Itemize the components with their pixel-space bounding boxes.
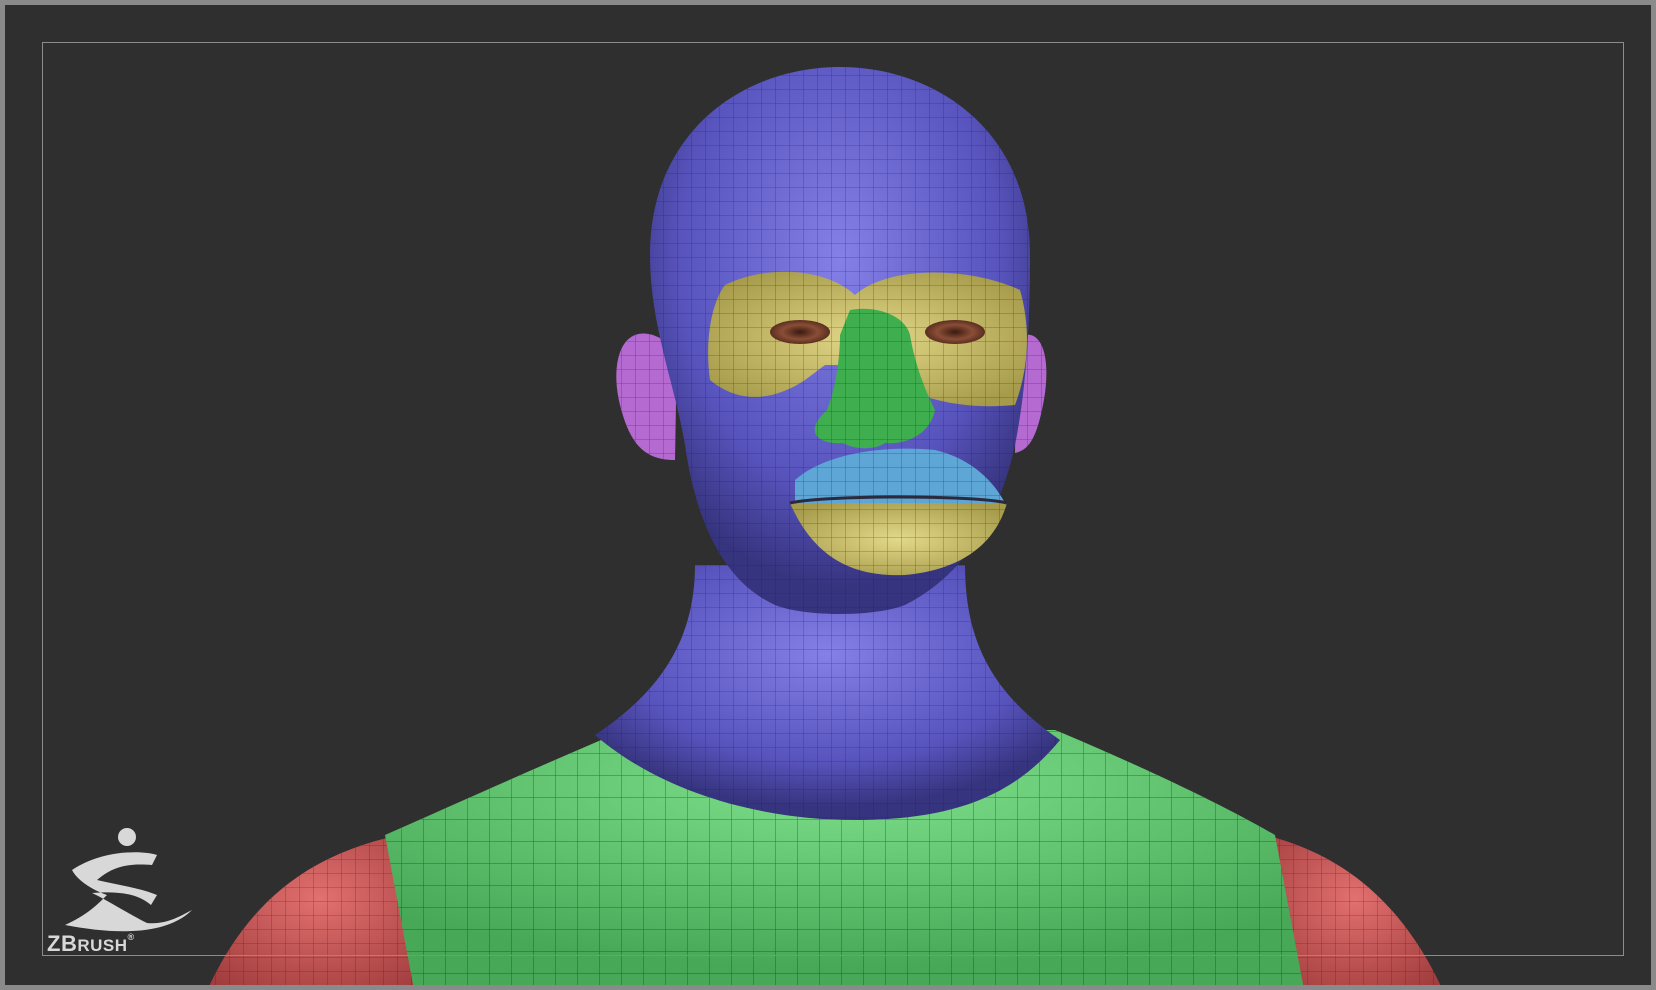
right-eye <box>925 320 985 344</box>
zbrush-figure-icon <box>65 828 192 932</box>
zbrush-wordmark: ZBRUSH® <box>47 931 135 956</box>
left-eye <box>770 320 830 344</box>
viewport-canvas[interactable]: ZBRUSH® <box>0 0 1656 990</box>
zbrush-logo: ZBRUSH® <box>47 825 197 955</box>
sculpt-model[interactable] <box>5 5 1656 990</box>
